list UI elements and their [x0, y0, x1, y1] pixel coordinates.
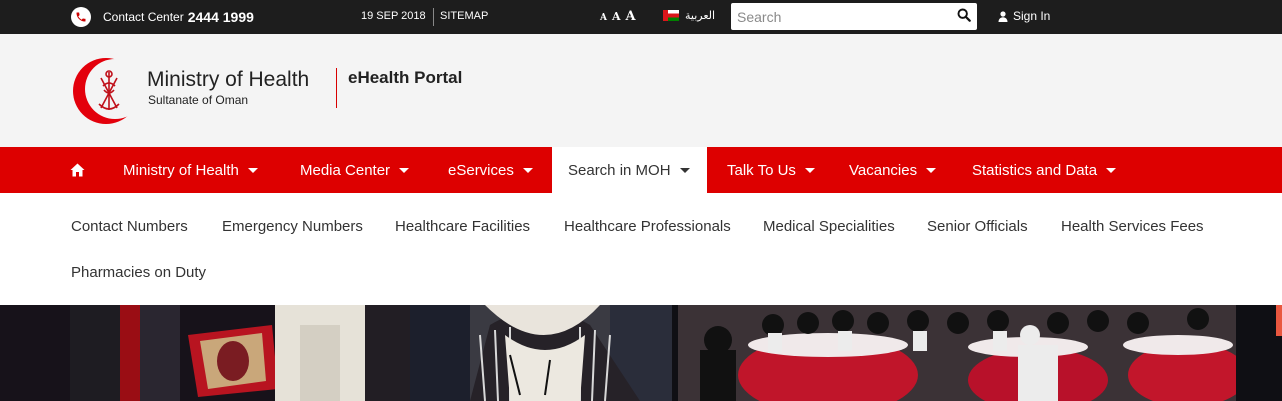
oman-flag-icon — [663, 10, 679, 21]
main-navigation: Ministry of Health Media Center eService… — [0, 147, 1282, 193]
font-size-large-button[interactable]: A — [626, 9, 636, 24]
current-date: 19 SEP 2018 — [361, 10, 426, 22]
portal-title[interactable]: eHealth Portal — [348, 68, 462, 88]
language-switch[interactable]: العربية — [663, 9, 715, 22]
dropdown-contact-numbers[interactable]: Contact Numbers — [71, 218, 188, 235]
nav-label: Vacancies — [849, 161, 918, 179]
dropdown-senior-officials[interactable]: Senior Officials — [927, 218, 1028, 235]
dropdown-medical-specialities[interactable]: Medical Specialities — [763, 218, 895, 235]
dropdown-pharmacies-on-duty[interactable]: Pharmacies on Duty — [71, 264, 206, 281]
font-size-medium-button[interactable]: A — [612, 10, 621, 23]
site-header: Ministry of Health Sultanate of Oman eHe… — [0, 34, 1282, 147]
font-size-controls: A A A — [600, 9, 636, 24]
caret-down-icon — [804, 167, 815, 173]
dropdown-health-services-fees[interactable]: Health Services Fees — [1061, 218, 1204, 235]
news-photo-strip — [0, 305, 1282, 401]
search-input[interactable] — [737, 7, 947, 26]
user-icon — [998, 10, 1008, 22]
contact-center-label: Contact Center — [103, 10, 184, 24]
phone-icon — [71, 7, 91, 27]
header-divider — [336, 68, 337, 108]
caret-down-icon — [1106, 167, 1117, 173]
moh-emblem-logo[interactable] — [71, 56, 139, 126]
nav-talk-to-us[interactable]: Talk To Us — [727, 147, 815, 193]
top-bar: Contact Center 2444 1999 19 SEP 2018 SIT… — [0, 0, 1282, 34]
nav-label: Media Center — [300, 161, 391, 179]
search-in-moh-dropdown: Contact Numbers Emergency Numbers Health… — [0, 193, 1282, 305]
contact-center[interactable]: Contact Center 2444 1999 — [71, 7, 254, 27]
news-photo-woman[interactable] — [410, 305, 672, 401]
ministry-subtitle: Sultanate of Oman — [148, 93, 249, 107]
nav-search-in-moh[interactable]: Search in MOH — [552, 147, 707, 193]
nav-media-center[interactable]: Media Center — [300, 147, 410, 193]
news-photo-ceremony[interactable] — [0, 305, 410, 401]
nav-statistics-and-data[interactable]: Statistics and Data — [972, 147, 1117, 193]
caret-down-icon — [522, 167, 533, 173]
sign-in-label: Sign In — [1013, 9, 1051, 23]
caret-down-icon — [247, 167, 258, 173]
sitemap-link[interactable]: SITEMAP — [440, 10, 488, 22]
search-button[interactable] — [957, 8, 973, 24]
language-label: العربية — [685, 10, 716, 22]
ministry-title: Ministry of Health — [147, 68, 310, 91]
nav-label: Talk To Us — [727, 161, 796, 179]
topbar-divider — [433, 8, 434, 26]
sign-in-link[interactable]: Sign In — [998, 9, 1050, 23]
news-photo-meeting[interactable] — [678, 305, 1236, 401]
nav-label: Ministry of Health — [123, 161, 239, 179]
caret-down-icon — [679, 167, 690, 173]
search-box — [731, 3, 977, 30]
nav-eservices[interactable]: eServices — [448, 147, 533, 193]
nav-vacancies[interactable]: Vacancies — [849, 147, 937, 193]
home-icon[interactable] — [70, 163, 85, 177]
caret-down-icon — [926, 167, 937, 173]
dropdown-healthcare-facilities[interactable]: Healthcare Facilities — [395, 218, 530, 235]
nav-label: Statistics and Data — [972, 161, 1098, 179]
nav-label: eServices — [448, 161, 514, 179]
contact-center-number: 2444 1999 — [187, 9, 254, 25]
search-icon — [957, 8, 971, 22]
dropdown-emergency-numbers[interactable]: Emergency Numbers — [222, 218, 363, 235]
google-share-button[interactable] — [1276, 305, 1282, 336]
dropdown-healthcare-professionals[interactable]: Healthcare Professionals — [564, 218, 731, 235]
font-size-small-button[interactable]: A — [600, 13, 607, 23]
nav-ministry-of-health[interactable]: Ministry of Health — [123, 147, 258, 193]
nav-label: Search in MOH — [568, 161, 671, 179]
caret-down-icon — [399, 167, 410, 173]
